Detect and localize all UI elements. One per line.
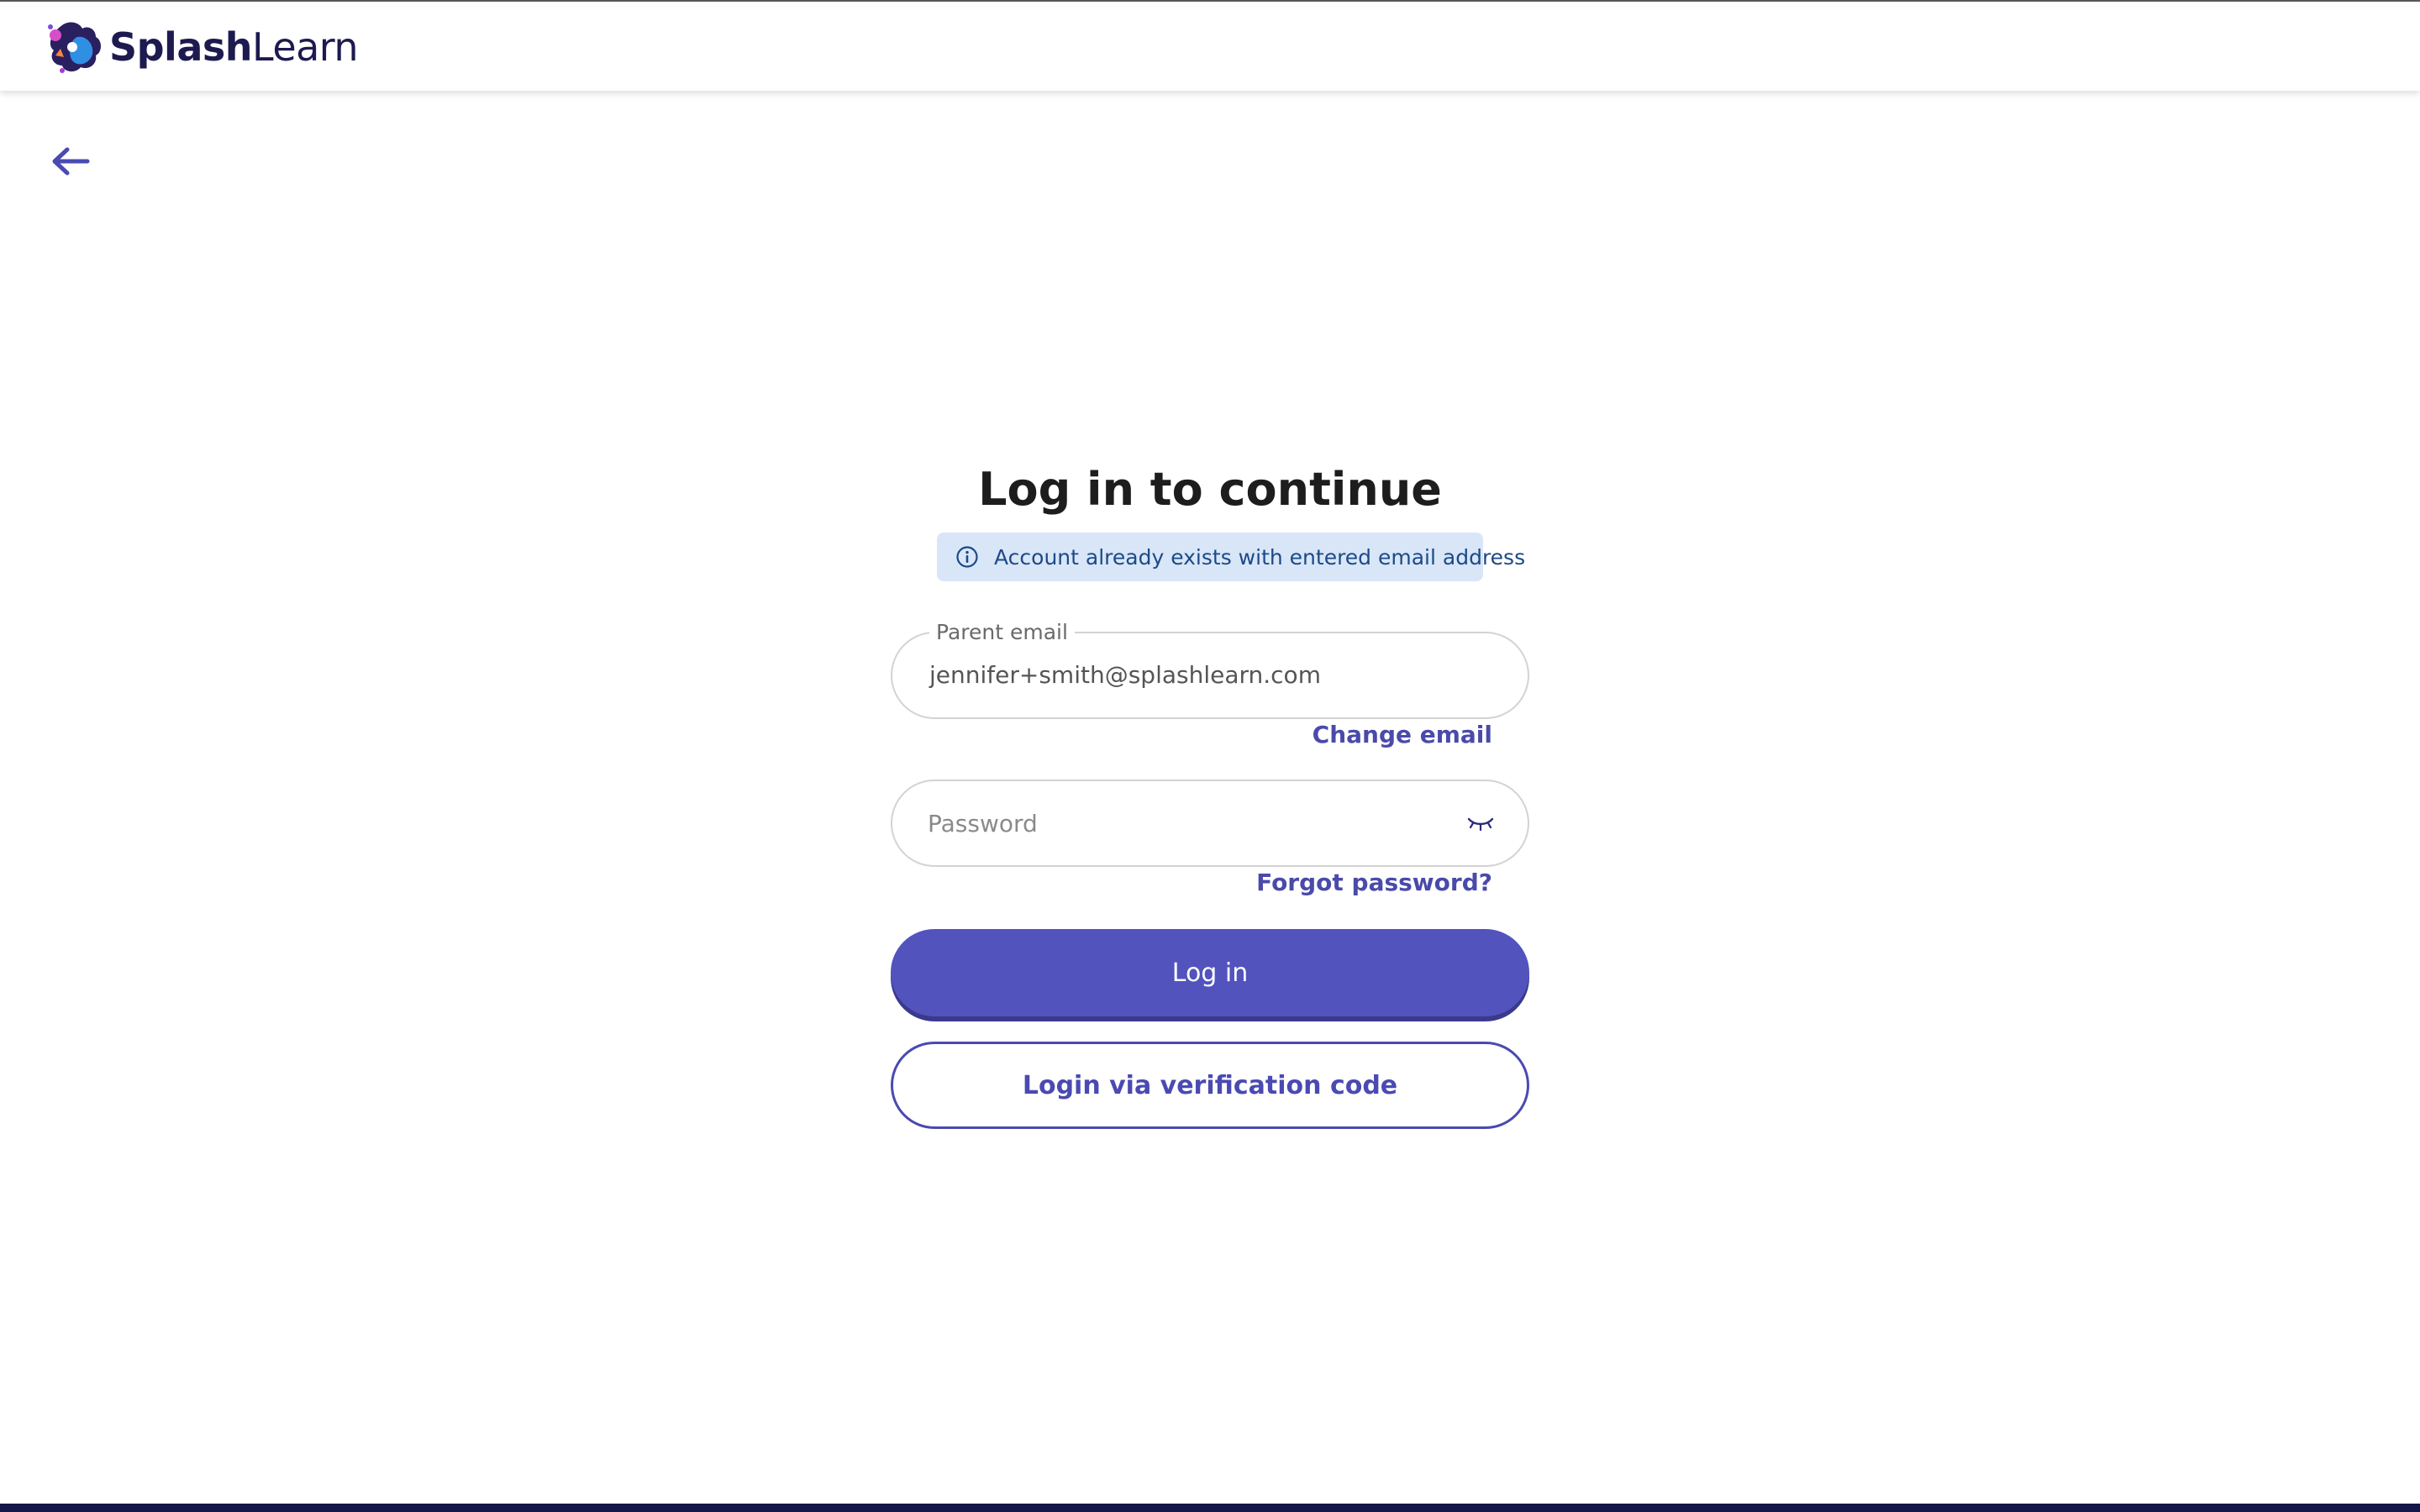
logo-text-learn: Learn: [252, 24, 359, 70]
logo-wordmark: SplashLearn: [109, 28, 359, 66]
eye-closed-icon: [1467, 817, 1494, 832]
splashlearn-logo[interactable]: SplashLearn: [44, 18, 359, 76]
site-header: SplashLearn: [0, 2, 2420, 91]
login-via-verification-code-button[interactable]: Login via verification code: [891, 1042, 1529, 1129]
page-title: Log in to continue: [978, 463, 1442, 516]
password-field: [891, 780, 1529, 867]
change-email-link[interactable]: Change email: [1313, 721, 1492, 748]
account-exists-notice: Account already exists with entered emai…: [937, 533, 1525, 581]
log-in-button[interactable]: Log in: [891, 929, 1529, 1016]
arrow-left-icon: [52, 147, 90, 176]
info-circle-icon: [956, 546, 978, 568]
footer-strip: [0, 1504, 2420, 1512]
password-visibility-toggle[interactable]: [1464, 810, 1497, 837]
parent-email-value: jennifer+smith@splashlearn.com: [929, 661, 1321, 689]
logo-text-splash: Splash: [109, 24, 253, 70]
password-input[interactable]: [928, 781, 1432, 865]
back-button[interactable]: [47, 139, 94, 183]
notice-text: Account already exists with entered emai…: [994, 544, 1526, 570]
forgot-password-link[interactable]: Forgot password?: [1256, 869, 1492, 896]
splashlearn-logo-mark-icon: [48, 22, 101, 73]
parent-email-field: Parent email jennifer+smith@splashlearn.…: [891, 620, 1529, 719]
